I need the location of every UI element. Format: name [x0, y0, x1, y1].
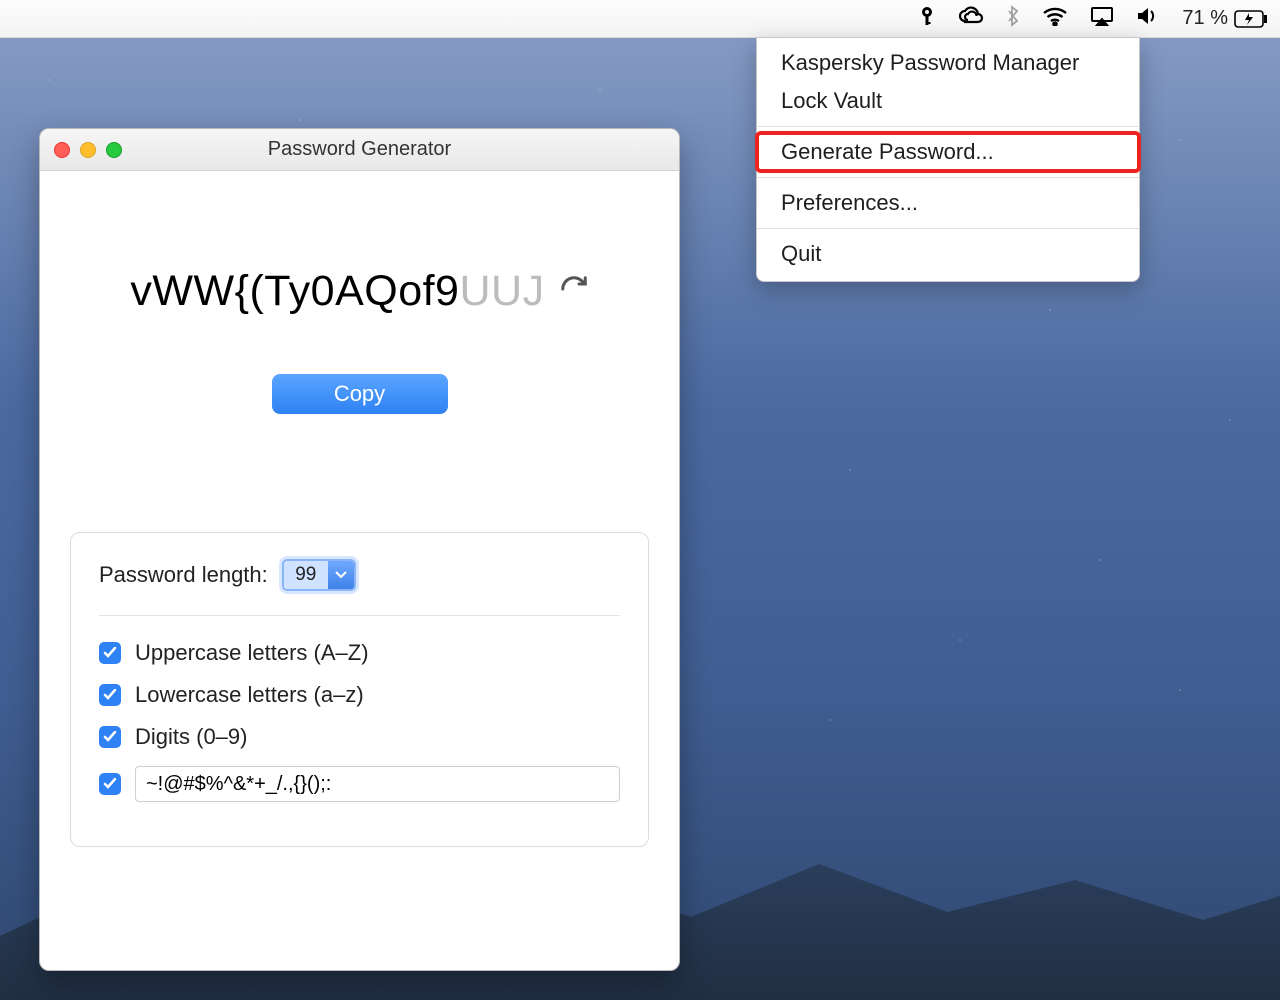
uppercase-label: Uppercase letters (A–Z) [135, 640, 369, 666]
special-row [99, 766, 620, 802]
menubar-dropdown: Kaspersky Password Manager Lock Vault Ge… [756, 37, 1140, 282]
length-label: Password length: [99, 562, 268, 588]
volume-icon[interactable] [1136, 6, 1160, 31]
digits-checkbox[interactable] [99, 726, 121, 748]
lowercase-checkbox[interactable] [99, 684, 121, 706]
menu-quit[interactable]: Quit [757, 235, 1139, 273]
battery-icon [1234, 10, 1268, 28]
window-titlebar[interactable]: Password Generator [40, 129, 679, 171]
key-icon[interactable] [918, 6, 936, 31]
dropdown-header: Kaspersky Password Manager [757, 44, 1139, 82]
length-row: Password length: 99 [99, 559, 620, 591]
password-visible-part: vWW{(Ty0AQof9 [130, 267, 459, 315]
minimize-button[interactable] [80, 142, 96, 158]
battery-status[interactable]: 71 % [1182, 7, 1268, 30]
generated-password-row: vWW{(Ty0AQof9UUJ [40, 267, 679, 316]
lowercase-label: Lowercase letters (a–z) [135, 682, 364, 708]
menu-lock-vault[interactable]: Lock Vault [757, 82, 1139, 120]
system-menubar: 71 % [0, 0, 1280, 38]
digits-label: Digits (0–9) [135, 724, 247, 750]
password-truncated-part: UUJ [459, 267, 544, 315]
digits-row: Digits (0–9) [99, 724, 620, 750]
window-title: Password Generator [268, 138, 451, 161]
bluetooth-icon[interactable] [1006, 5, 1020, 32]
chevron-down-icon[interactable] [328, 561, 354, 589]
lowercase-row: Lowercase letters (a–z) [99, 682, 620, 708]
menu-separator [757, 126, 1139, 127]
uppercase-row: Uppercase letters (A–Z) [99, 640, 620, 666]
zoom-button[interactable] [106, 142, 122, 158]
airplay-icon[interactable] [1090, 6, 1114, 31]
password-generator-window: Password Generator vWW{(Ty0AQof9UUJ Copy… [39, 128, 680, 971]
options-panel: Password length: 99 Uppercase letters (A… [70, 532, 649, 847]
menu-separator [757, 177, 1139, 178]
panel-separator [99, 615, 620, 616]
menu-generate-password[interactable]: Generate Password... [757, 133, 1139, 171]
battery-percent: 71 % [1182, 7, 1228, 30]
length-value[interactable]: 99 [284, 561, 328, 589]
length-combobox[interactable]: 99 [282, 559, 356, 591]
regenerate-icon[interactable] [559, 274, 589, 309]
copy-button[interactable]: Copy [272, 374, 448, 414]
menu-separator [757, 228, 1139, 229]
special-chars-input[interactable] [135, 766, 620, 802]
generated-password-text: vWW{(Ty0AQof9UUJ [130, 267, 544, 316]
menu-preferences[interactable]: Preferences... [757, 184, 1139, 222]
uppercase-checkbox[interactable] [99, 642, 121, 664]
wifi-icon[interactable] [1042, 6, 1068, 31]
close-button[interactable] [54, 142, 70, 158]
special-checkbox[interactable] [99, 773, 121, 795]
cloud-icon[interactable] [958, 6, 984, 31]
